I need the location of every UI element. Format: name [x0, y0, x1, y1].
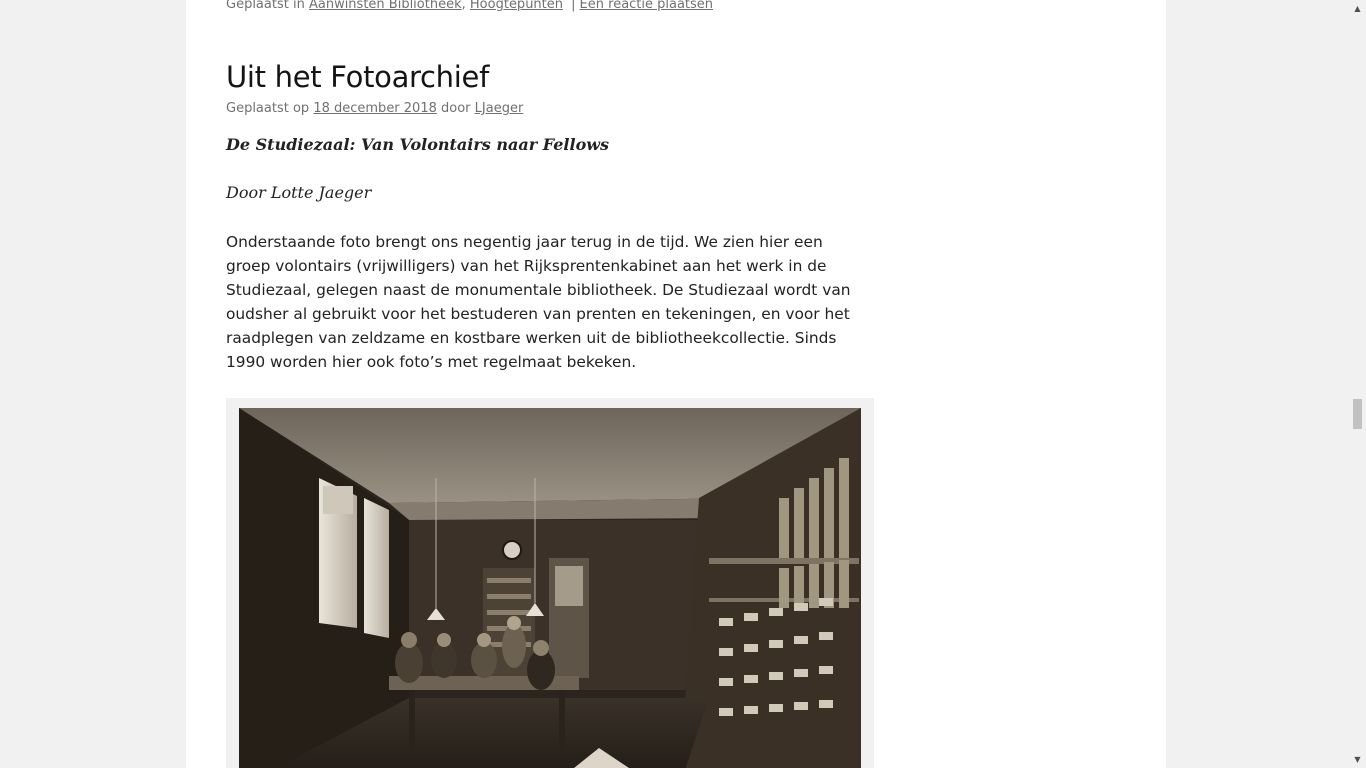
post-paragraph: Onderstaande foto brengt ons negentig ja…: [226, 233, 851, 371]
post-date-link[interactable]: 18 december 2018: [313, 101, 437, 116]
post-meta: Geplaatst op 18 december 2018 door LJaeg…: [226, 101, 523, 116]
category-link-aanwinsten[interactable]: Aanwinsten Bibliotheek: [309, 0, 462, 12]
posted-on-label: Geplaatst op: [226, 101, 310, 116]
archive-photo[interactable]: [239, 408, 861, 768]
study-room-photo-image: [239, 408, 861, 768]
vertical-scrollbar[interactable]: ▲ ▼: [1349, 0, 1366, 768]
category-link-hoogtepunten[interactable]: Hoogtepunten: [470, 0, 563, 12]
scroll-down-arrow-icon[interactable]: ▼: [1349, 751, 1366, 768]
post-title[interactable]: Uit het Fotoarchief: [226, 60, 489, 94]
by-label: door: [441, 101, 471, 116]
post-byline: Door Lotte Jaeger: [226, 183, 372, 202]
photo-figure: [226, 398, 874, 768]
previous-post-footer: Geplaatst in Aanwinsten Bibliotheek, Hoo…: [226, 0, 713, 12]
content-area: Geplaatst in Aanwinsten Bibliotheek, Hoo…: [186, 0, 1166, 768]
author-link[interactable]: LJaeger: [475, 101, 524, 116]
scroll-up-arrow-icon[interactable]: ▲: [1349, 0, 1366, 17]
category-comma: ,: [461, 0, 466, 12]
leave-comment-link[interactable]: Een reactie plaatsen: [580, 0, 714, 12]
posted-in-label: Geplaatst in: [226, 0, 305, 12]
post-subtitle: De Studiezaal: Van Volontairs naar Fello…: [226, 135, 610, 154]
scrollbar-thumb[interactable]: [1353, 399, 1362, 429]
meta-separator: |: [571, 0, 576, 12]
